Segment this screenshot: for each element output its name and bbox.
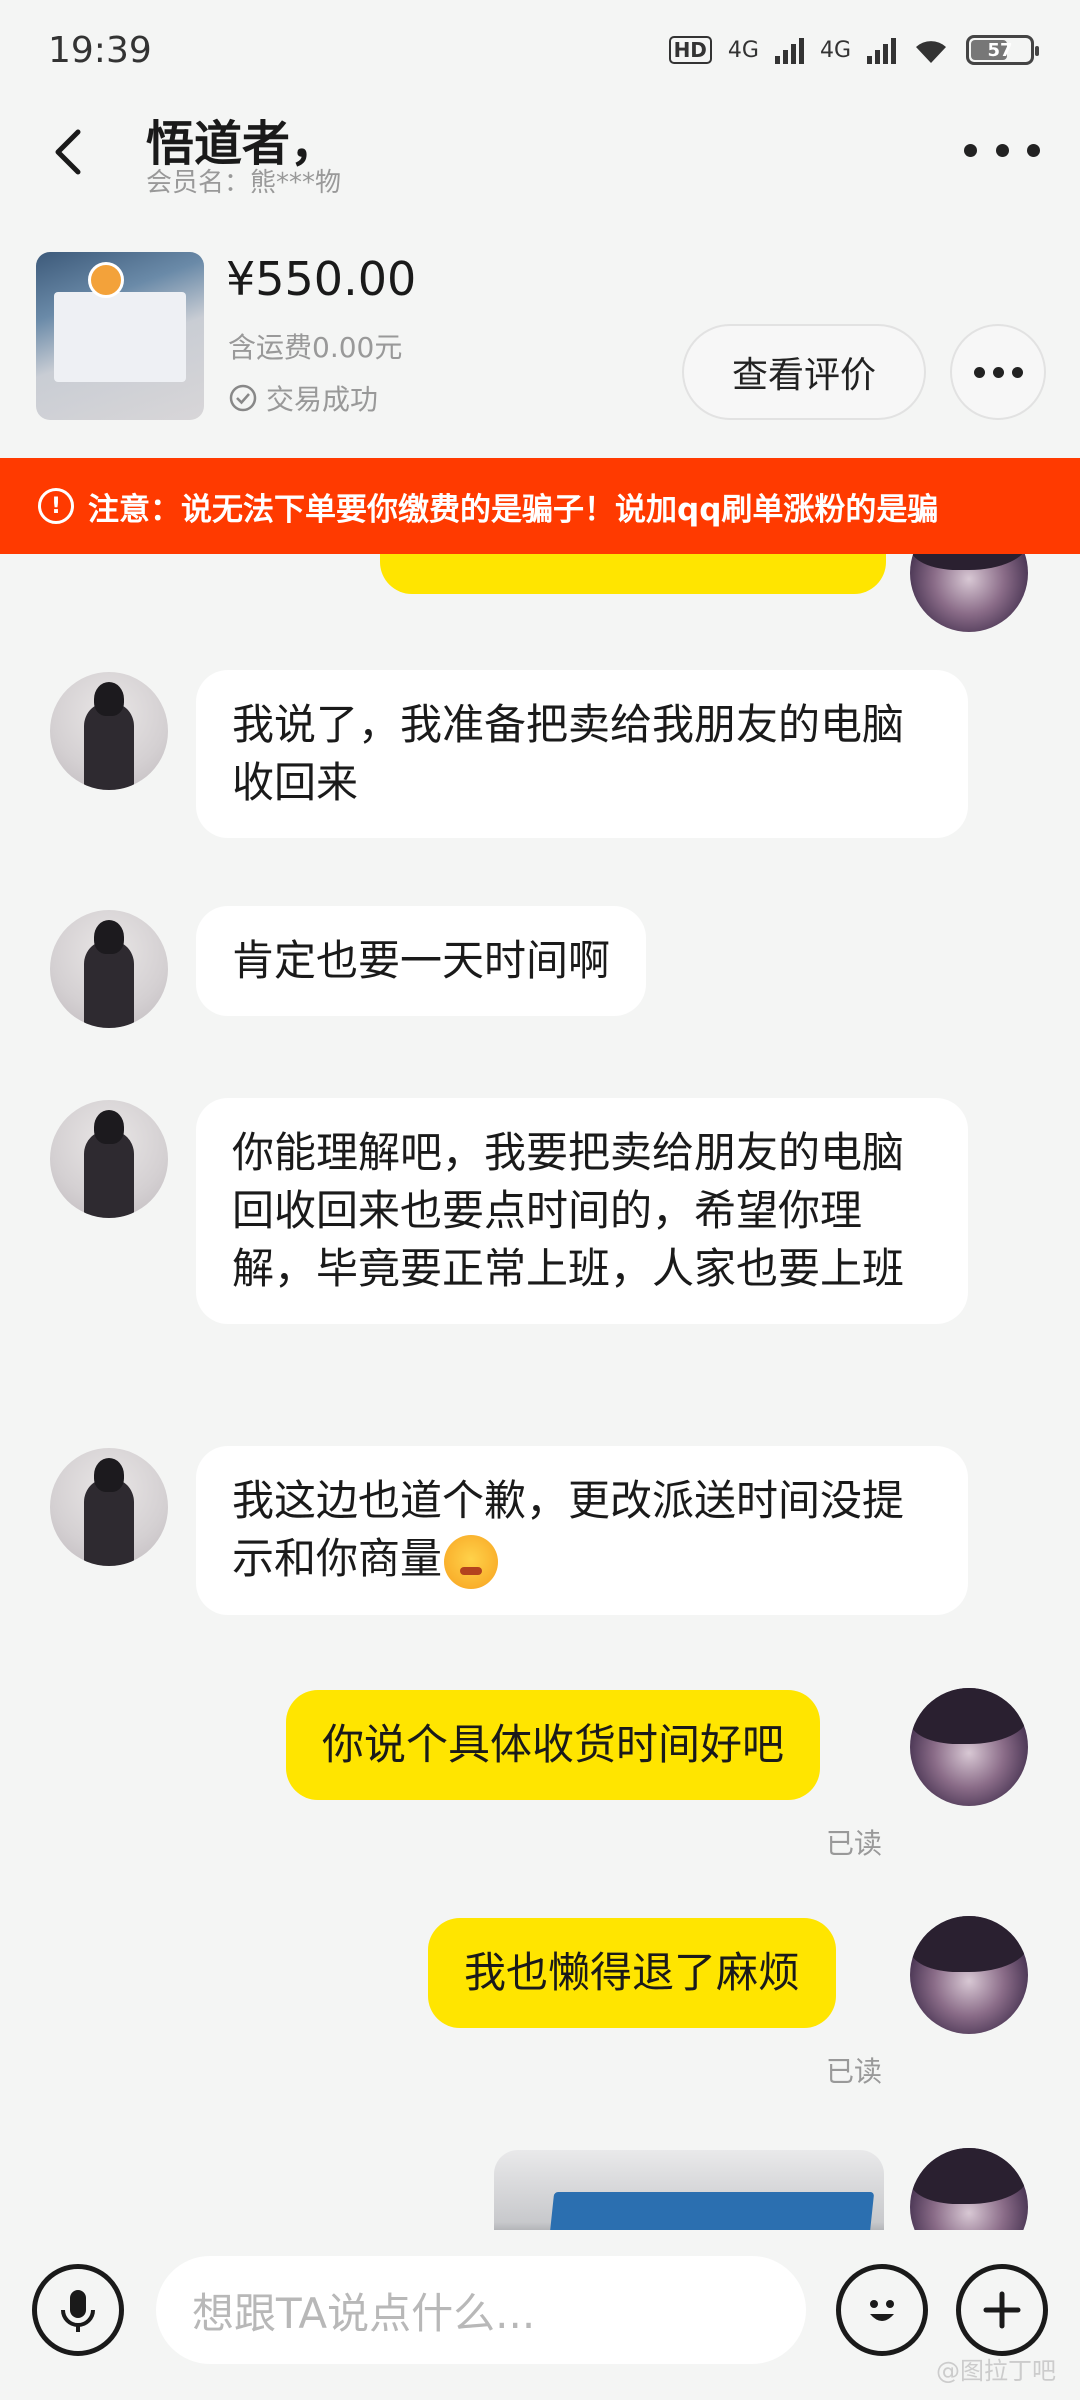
back-button[interactable]	[40, 122, 100, 182]
emoji-button[interactable]	[836, 2264, 928, 2356]
member-name: 会员名：熊***物	[146, 168, 342, 198]
more-dot-icon	[1027, 143, 1040, 157]
more-dot-icon	[995, 143, 1009, 157]
message-bubble-mine: 我也懒得退了麻烦	[428, 1918, 837, 2028]
message-bubble: 我这边也道个歉，更改派送时间没提示和你商量	[196, 1446, 968, 1615]
chat-list[interactable]: 我说了，我准备把卖给我朋友的电脑收回来 肯定也要一天时间啊 你能理解吧，我要把卖…	[0, 554, 1080, 2230]
product-card: ¥550.00 含运费0.00元 交易成功 查看评价	[0, 230, 1080, 430]
message-input[interactable]: 想跟TA说点什么...	[156, 2256, 806, 2364]
voice-button[interactable]	[32, 2264, 124, 2356]
watermark: @图拉丁吧	[936, 2357, 1056, 2385]
status-bar: 19:39 HD 4G 4G 57	[0, 0, 1080, 100]
hd-icon: HD	[668, 36, 712, 64]
read-receipt: 已读	[826, 1827, 883, 1860]
seller-avatar[interactable]	[50, 1448, 168, 1566]
more-dot-icon	[964, 143, 977, 157]
thumbnail-screen-shape	[54, 292, 186, 382]
product-more-button[interactable]	[950, 324, 1046, 420]
read-receipt: 已读	[826, 2055, 883, 2088]
product-thumbnail[interactable]	[36, 252, 204, 420]
microphone-icon	[61, 2290, 95, 2332]
trade-status-label: 交易成功	[266, 383, 379, 416]
my-avatar[interactable]	[910, 2148, 1028, 2230]
more-dot-icon	[992, 366, 1004, 378]
trade-status: 交易成功	[228, 378, 378, 418]
my-avatar[interactable]	[910, 554, 1028, 632]
message-bubble: 你能理解吧，我要把卖给朋友的电脑回收回来也要点时间的，希望你理解，毕竟要正常上班…	[196, 1098, 968, 1324]
signal-icon-2	[867, 36, 896, 64]
back-arrow-icon	[55, 129, 81, 175]
view-review-button[interactable]: 查看评价	[682, 324, 926, 420]
smiley-icon	[870, 2300, 894, 2321]
thumbnail-logo	[88, 262, 124, 298]
chat-header: 悟道者， 会员名：熊***物	[0, 100, 1080, 210]
status-icons: HD 4G 4G 57	[668, 35, 1039, 65]
shipping-fee: 含运费0.00元	[228, 331, 403, 364]
message-bubble: 我说了，我准备把卖给我朋友的电脑收回来	[196, 670, 968, 838]
input-bar: 想跟TA说点什么... @图拉丁吧	[0, 2230, 1080, 2400]
network-4g-label: 4G	[727, 37, 759, 63]
my-avatar[interactable]	[910, 1916, 1028, 2034]
grimacing-face-emoji-icon	[444, 1534, 499, 1589]
network-4g-label-2: 4G	[819, 37, 851, 63]
seller-avatar[interactable]	[50, 910, 168, 1028]
message-bubble: 肯定也要一天时间啊	[196, 906, 647, 1016]
seller-avatar[interactable]	[50, 1100, 168, 1218]
message-bubble-mine: 你说个具体收货时间好吧	[286, 1690, 821, 1800]
battery-icon: 57	[966, 35, 1039, 65]
signal-icon	[774, 36, 804, 64]
more-dot-icon	[1011, 366, 1023, 378]
add-attachment-button[interactable]	[956, 2264, 1048, 2356]
check-circle-icon	[228, 383, 258, 413]
my-avatar[interactable]	[910, 1688, 1028, 1806]
image-message[interactable]	[494, 2150, 884, 2230]
plus-icon	[983, 2291, 1021, 2329]
wifi-icon	[916, 41, 946, 63]
status-time: 19:39	[48, 29, 152, 71]
more-options-button[interactable]	[964, 130, 1040, 170]
more-dot-icon	[973, 366, 985, 378]
seller-avatar[interactable]	[50, 672, 168, 790]
warning-text: 注意：说无法下单要你缴费的是骗子！说加qq刷单涨粉的是骗	[88, 491, 939, 528]
exclamation-icon: !	[38, 488, 74, 524]
message-text: 我这边也道个歉，更改派送时间没提示和你商量	[232, 1476, 905, 1583]
warning-banner[interactable]: ! 注意：说无法下单要你缴费的是骗子！说加qq刷单涨粉的是骗	[0, 458, 1080, 554]
battery-level: 57	[987, 39, 1013, 61]
message-bubble-partial	[380, 554, 886, 594]
product-price: ¥550.00	[226, 252, 417, 306]
